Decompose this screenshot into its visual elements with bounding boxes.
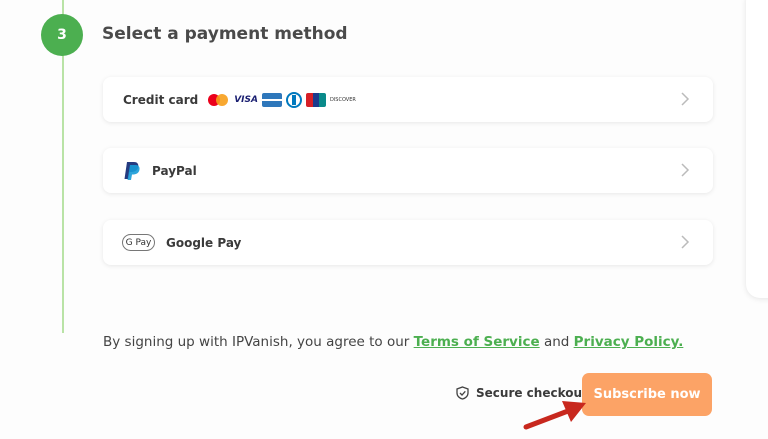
payment-option-paypal[interactable]: PayPal [103, 148, 713, 193]
red-arrow-annotation-icon [523, 401, 586, 430]
card-brand-logos: VISA DISCOVER [208, 91, 356, 108]
unionpay-icon [305, 92, 326, 107]
chevron-right-icon [681, 92, 690, 106]
payment-option-label: PayPal [152, 163, 197, 178]
payment-option-credit-card[interactable]: Credit card VISA DISCOVER [103, 77, 713, 122]
terms-notice: By signing up with IPVanish, you agree t… [103, 334, 683, 350]
diners-club-icon [285, 91, 302, 108]
section-title: Select a payment method [102, 24, 348, 44]
terms-prefix: By signing up with IPVanish, you agree t… [103, 334, 414, 350]
terms-middle: and [539, 334, 574, 350]
payment-option-google-pay[interactable]: G Pay Google Pay [103, 220, 713, 265]
discover-icon: DISCOVER [329, 96, 356, 103]
subscribe-now-button[interactable]: Subscribe now [582, 373, 712, 416]
paypal-icon [124, 161, 140, 180]
chevron-right-icon [681, 235, 690, 249]
terms-of-service-link[interactable]: Terms of Service [414, 334, 540, 350]
american-express-icon [261, 92, 282, 107]
order-summary-panel [746, 0, 768, 298]
chevron-right-icon [681, 163, 690, 177]
visa-icon: VISA [234, 94, 258, 105]
payment-option-label: Credit card [123, 92, 199, 107]
shield-check-icon [456, 386, 469, 400]
mastercard-icon [208, 93, 230, 107]
google-pay-icon: G Pay [122, 234, 155, 251]
step-number-badge: 3 [41, 14, 83, 56]
privacy-policy-link[interactable]: Privacy Policy. [574, 334, 684, 350]
payment-option-label: Google Pay [166, 235, 242, 250]
